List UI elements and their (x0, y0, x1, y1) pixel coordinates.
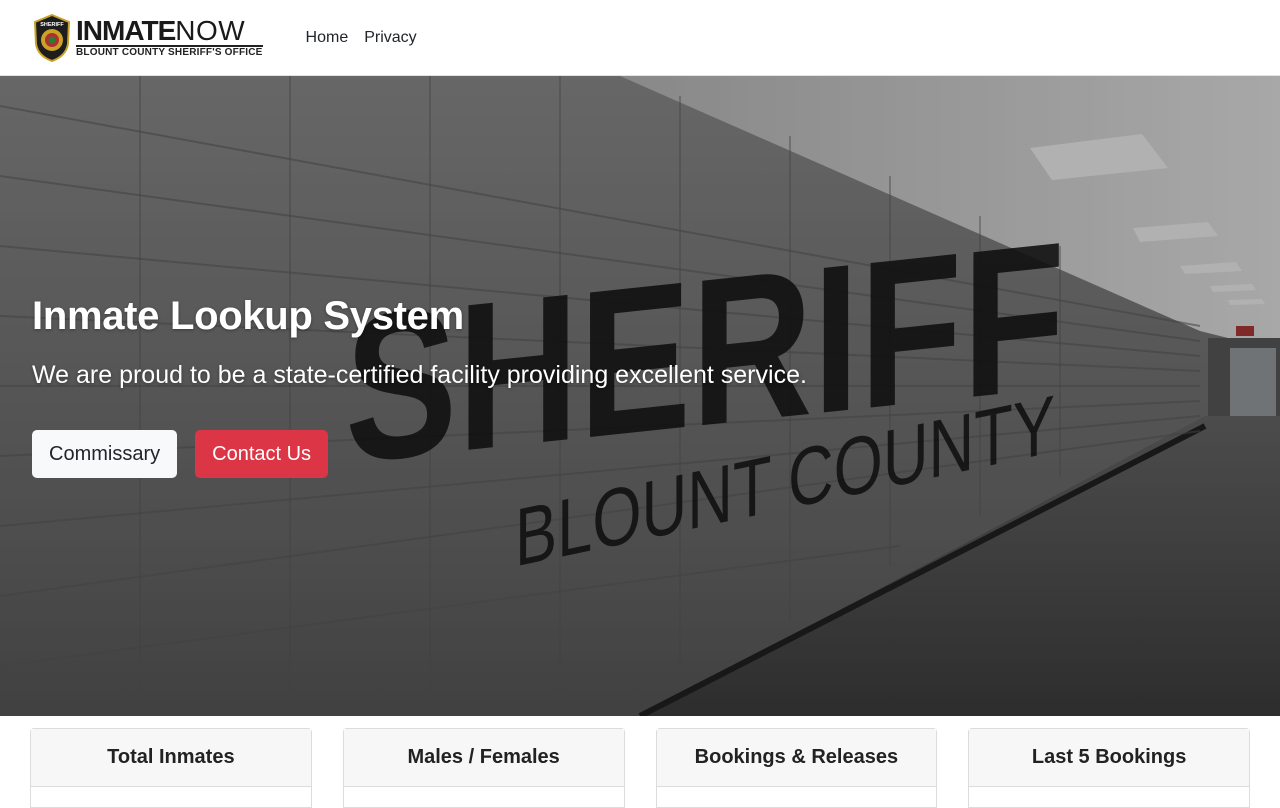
commissary-button[interactable]: Commissary (32, 430, 178, 478)
stat-cards: Total Inmates Males / Females Bookings &… (0, 716, 1280, 808)
navbar: SHERIFF INMATE NOW BLOUNT COUNTY SHERIFF… (0, 0, 1280, 76)
sheriff-badge-icon: SHERIFF (33, 13, 71, 62)
brand-name-light: NOW (175, 15, 246, 46)
card-total-inmates: Total Inmates (30, 728, 312, 808)
hero-title: Inmate Lookup System (32, 294, 464, 338)
brand-name-bold: INMATE (76, 15, 176, 46)
card-last-5-bookings: Last 5 Bookings (968, 728, 1250, 808)
card-title: Bookings & Releases (656, 729, 937, 787)
contact-us-button[interactable]: Contact Us (195, 430, 329, 478)
hero-buttons: Commissary Contact Us (32, 430, 807, 478)
brand-logo-link[interactable]: SHERIFF INMATE NOW BLOUNT COUNTY SHERIFF… (33, 13, 263, 62)
card-males-females: Males / Females (342, 728, 625, 808)
nav-link-home[interactable]: Home (306, 29, 349, 47)
card-title: Total Inmates (31, 729, 311, 787)
nav-link-privacy[interactable]: Privacy (364, 29, 416, 47)
hero-banner: SHERIFF BLOUNT COUNTY Inmate Lookup Syst… (0, 76, 1280, 716)
nav-links: Home Privacy (306, 29, 417, 47)
hero-tagline: We are proud to be a state-certified fac… (32, 361, 807, 389)
card-title: Males / Females (343, 729, 624, 787)
hero-content: Inmate Lookup System We are proud to be … (32, 294, 807, 478)
brand-subtitle: BLOUNT COUNTY SHERIFF'S OFFICE (76, 45, 263, 58)
card-title: Last 5 Bookings (969, 729, 1249, 787)
badge-text: SHERIFF (40, 22, 64, 28)
card-bookings-releases: Bookings & Releases (655, 728, 938, 808)
